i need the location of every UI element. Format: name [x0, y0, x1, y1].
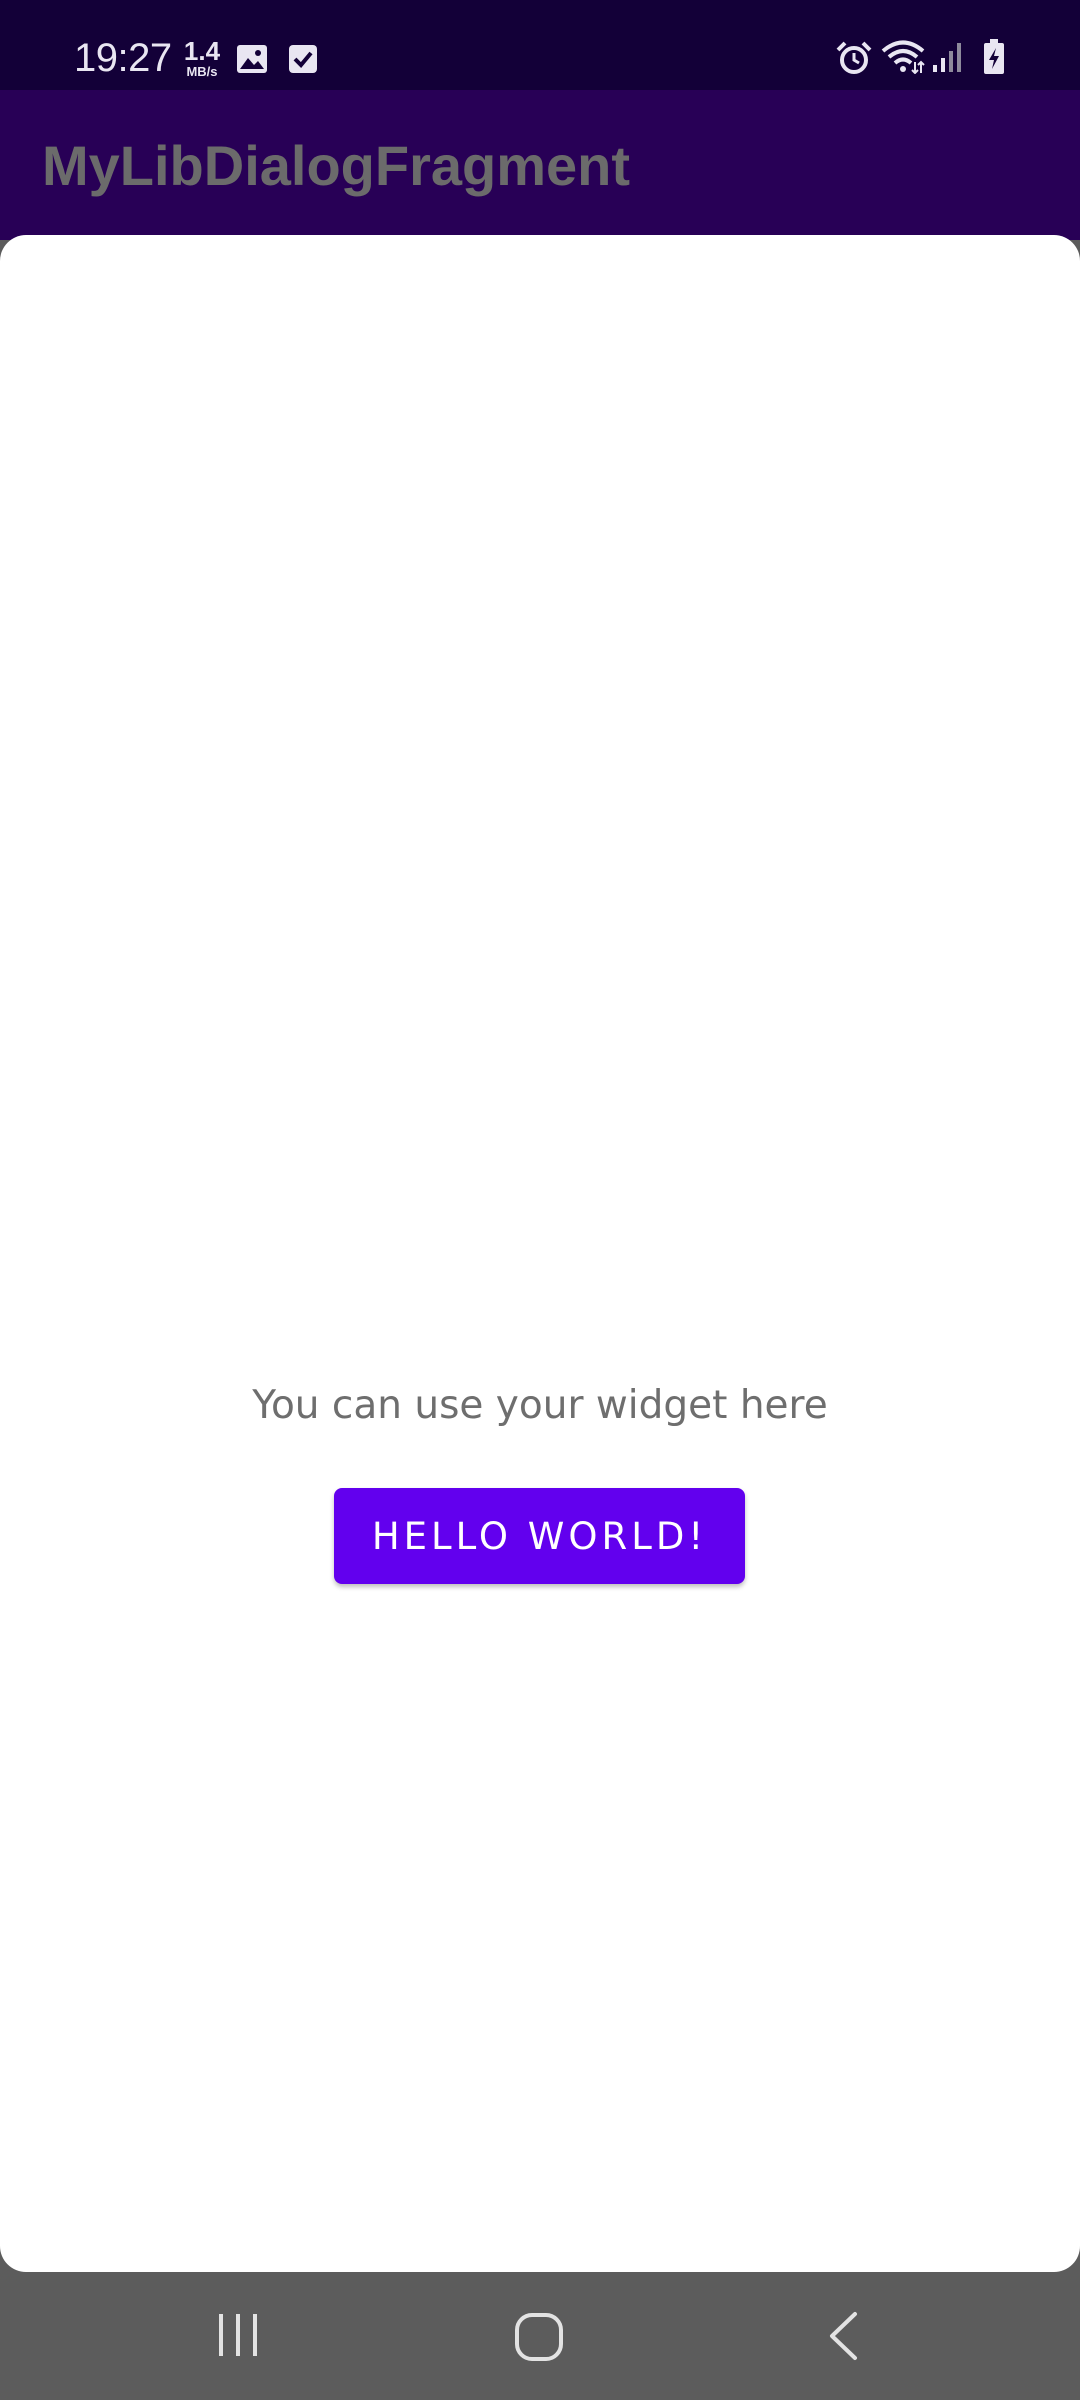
network-speed: 1.4 MB/s [182, 38, 222, 78]
check-icon [288, 44, 318, 79]
navigation-bar [0, 2272, 1080, 2400]
wifi-icon [881, 40, 925, 79]
back-icon[interactable] [820, 2310, 866, 2367]
hello-world-button[interactable]: HELLO WORLD! [334, 1488, 745, 1584]
alarm-icon [836, 41, 872, 80]
screen: 19:27 1.4 MB/s MyLibDialogFragment You c… [0, 0, 1080, 2400]
app-title: MyLibDialogFragment [42, 134, 631, 197]
dialog-fragment: You can use your widget here HELLO WORLD… [0, 235, 1080, 2272]
network-speed-value: 1.4 [183, 36, 221, 66]
app-bar: MyLibDialogFragment [0, 90, 1080, 240]
recents-icon[interactable] [215, 2312, 261, 2363]
status-time: 19:27 [74, 36, 172, 80]
gallery-icon [236, 44, 268, 79]
battery-charging-icon [983, 39, 1005, 80]
signal-icon [932, 41, 964, 78]
home-icon[interactable] [512, 2310, 566, 2369]
network-speed-unit: MB/s [186, 64, 218, 79]
widget-placeholder-text: You can use your widget here [252, 1383, 828, 1428]
status-bar: 19:27 1.4 MB/s [0, 0, 1080, 90]
